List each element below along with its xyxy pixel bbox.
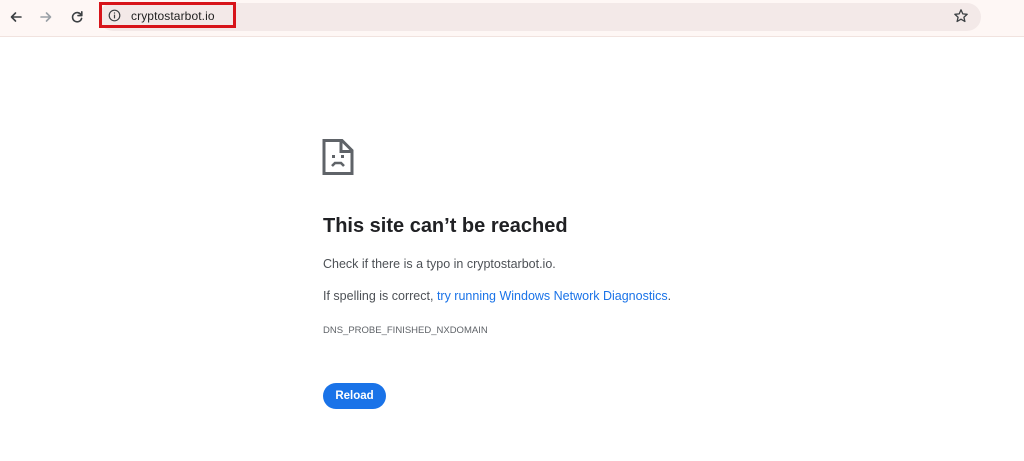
back-button[interactable] bbox=[5, 6, 27, 28]
diagnostics-link[interactable]: try running Windows Network Diagnostics bbox=[437, 289, 668, 303]
page-title: This site can’t be reached bbox=[323, 215, 568, 237]
star-icon[interactable] bbox=[953, 8, 969, 24]
info-icon[interactable] bbox=[108, 9, 121, 22]
sad-document-icon bbox=[322, 139, 354, 175]
arrow-right-icon bbox=[40, 12, 52, 22]
browser-toolbar: cryptostarbot.io bbox=[0, 0, 1024, 37]
reload-toolbar-button[interactable] bbox=[66, 6, 88, 28]
typo-hint-text: Check if there is a typo in cryptostarbo… bbox=[323, 257, 556, 271]
spelling-suffix: . bbox=[667, 289, 672, 303]
error-code: DNS_PROBE_FINISHED_NXDOMAIN bbox=[323, 325, 488, 336]
reload-icon bbox=[71, 11, 83, 23]
reload-button[interactable]: Reload bbox=[323, 383, 386, 409]
arrow-left-icon bbox=[10, 12, 22, 22]
url-text[interactable]: cryptostarbot.io bbox=[131, 9, 215, 23]
forward-button[interactable] bbox=[35, 6, 57, 28]
spelling-hint-text: If spelling is correct, try running Wind… bbox=[323, 289, 671, 303]
spelling-prefix: If spelling is correct, bbox=[323, 289, 437, 303]
